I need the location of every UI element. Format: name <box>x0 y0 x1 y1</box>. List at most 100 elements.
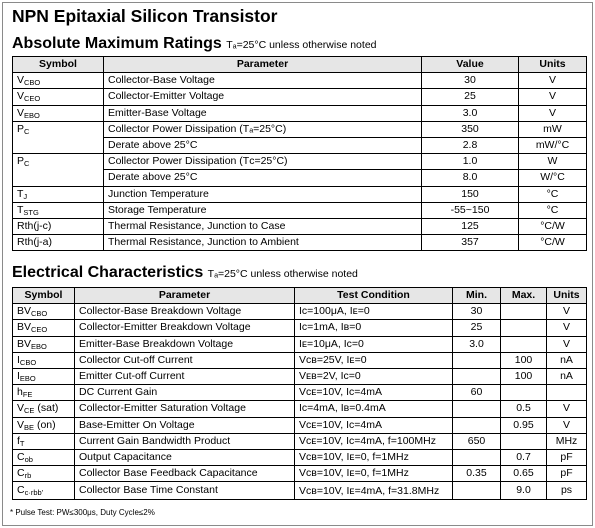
table-header-row: Symbol Parameter Test Condition Min. Max… <box>12 286 587 305</box>
parameter-cell: Derate above 25°C <box>103 136 422 155</box>
header-units: Units <box>546 286 587 305</box>
symbol-main: BV <box>17 321 32 334</box>
table-row: BVCEO Collector-Emitter Breakdown Voltage… <box>12 319 587 337</box>
units-cell: V <box>518 72 587 90</box>
units-cell <box>546 384 587 402</box>
header-parameter: Parameter <box>74 286 295 305</box>
header-symbol: Symbol <box>12 55 104 74</box>
test-condition-cell: Vᴄᴇ=10V, Iᴄ=4mA <box>294 384 453 402</box>
symbol-subscript: CBO <box>31 309 48 319</box>
units-cell: V <box>518 88 587 106</box>
symbol-cell: PC <box>12 120 104 138</box>
symbol-cell: Cc·rbb' <box>12 481 75 501</box>
table-row: VBE (on) Base-Emitter On Voltage Vᴄᴇ=10V, … <box>12 416 587 434</box>
table-row: BVCBO Collector-Base Breakdown Voltage Iᴄ=… <box>12 303 587 321</box>
symbol-main: C <box>17 467 25 480</box>
parameter-cell: Emitter Cut-off Current <box>74 367 295 386</box>
units-cell: mW/°C <box>518 136 587 155</box>
value-cell: 350 <box>421 120 519 138</box>
header-symbol: Symbol <box>12 286 75 305</box>
value-cell: 8.0 <box>421 169 519 187</box>
test-condition-cell: Iᴇ=10μA, Iᴄ=0 <box>294 335 453 353</box>
parameter-cell: Emitter-Base Breakdown Voltage <box>74 335 295 353</box>
units-cell: °C <box>518 201 587 219</box>
test-condition-cell: Iᴄ=1mA, Iʙ=0 <box>294 319 453 337</box>
units-cell: mW <box>518 120 587 138</box>
symbol-cell: fT <box>12 432 75 450</box>
value-cell: 1.0 <box>421 153 519 171</box>
min-cell: 30 <box>452 303 501 321</box>
parameter-cell: Thermal Resistance, Junction to Ambient <box>103 234 422 252</box>
header-min: Min. <box>452 286 501 305</box>
min-cell <box>452 400 501 418</box>
electrical-characteristics-heading: Electrical Characteristics Tₐ=25°C unles… <box>12 264 358 282</box>
parameter-cell: Collector Power Dissipation (Tₐ=25°C) <box>103 120 422 138</box>
electrical-characteristics-table: Symbol Parameter Test Condition Min. Max… <box>12 286 587 501</box>
units-cell: pF <box>546 465 587 483</box>
units-cell: °C/W <box>518 234 587 252</box>
section-condition: Tₐ=25°C unless otherwise noted <box>226 39 377 51</box>
symbol-subscript: CBO <box>24 78 41 88</box>
symbol-cell: Cob <box>12 448 75 467</box>
symbol-main: BV <box>17 305 32 318</box>
table-row: Derate above 25°C 8.0 W/°C <box>12 169 587 187</box>
symbol-cell: VBE (on) <box>12 416 75 434</box>
table-row: PC Collector Power Dissipation (Tₐ=25°C) 3… <box>12 120 587 138</box>
document-title: NPN Epitaxial Silicon Transistor <box>12 6 278 26</box>
table-row: PC Collector Power Dissipation (Tᴄ=25°C) 1… <box>12 153 587 171</box>
max-cell: 9.0 <box>500 481 547 501</box>
symbol-cell: VCE (sat) <box>12 400 75 418</box>
symbol-cell: Rth(j-a) <box>12 234 104 252</box>
symbol-subscript: CEO <box>31 325 48 335</box>
parameter-cell: Collector-Emitter Voltage <box>103 88 422 106</box>
symbol-main: Rth(j-c) <box>17 219 52 232</box>
parameter-cell: Emitter-Base Voltage <box>103 104 422 122</box>
symbol-main: V <box>17 418 25 431</box>
symbol-main: P <box>17 155 25 168</box>
parameter-cell: Base-Emitter On Voltage <box>74 416 295 434</box>
max-cell: 0.65 <box>500 465 547 483</box>
table-row: Rth(j-c) Thermal Resistance, Junction to … <box>12 217 587 236</box>
absolute-max-ratings-table: Symbol Parameter Value Units VCBO Collect… <box>12 55 587 252</box>
test-condition-cell: Vᴄʙ=10V, Iᴇ=4mA, f=31.8MHz <box>294 481 453 501</box>
symbol-subscript: J <box>23 191 28 201</box>
symbol-subscript: CBO <box>19 357 37 367</box>
symbol-subscript: C <box>24 127 30 137</box>
symbol-subscript: T <box>19 438 25 448</box>
value-cell: 357 <box>421 234 519 252</box>
units-cell: V <box>546 416 587 434</box>
symbol-cell: Crb <box>12 465 75 483</box>
table-row: IEBO Emitter Cut-off Current Vᴇʙ=2V, Iᴄ=0 1… <box>12 367 587 386</box>
max-cell <box>500 384 547 402</box>
units-cell: ps <box>546 481 587 501</box>
parameter-cell: Current Gain Bandwidth Product <box>74 432 295 450</box>
table-row: VCBO Collector-Base Voltage 30 V <box>12 72 587 90</box>
symbol-main: C <box>17 450 25 463</box>
parameter-cell: Collector Cut-off Current <box>74 351 295 369</box>
symbol-cell: hFE <box>12 384 75 402</box>
symbol-cell: VCEO <box>12 88 104 106</box>
symbol-cell: BVCBO <box>12 303 75 321</box>
section-heading-text: Electrical Characteristics <box>12 264 204 281</box>
symbol-cell: PC <box>12 153 104 170</box>
parameter-cell: Collector-Base Breakdown Voltage <box>74 303 295 321</box>
table-row: VCEO Collector-Emitter Voltage 25 V <box>12 88 587 106</box>
parameter-cell: Collector Base Time Constant <box>74 481 295 501</box>
test-condition-cell: Vᴄʙ=10V, Iᴇ=0, f=1MHz <box>294 465 453 483</box>
test-condition-cell: Vᴄʙ=25V, Iᴇ=0 <box>294 351 453 369</box>
absolute-max-ratings-heading: Absolute Maximum Ratings Tₐ=25°C unless … <box>12 35 377 53</box>
value-cell: -55~150 <box>421 201 519 219</box>
table-row: fT Current Gain Bandwidth Product Vᴄᴇ=10V,… <box>12 432 587 450</box>
value-cell: 150 <box>421 185 519 203</box>
table-row: Crb Collector Base Feedback Capacitance Vᴄ… <box>12 465 587 483</box>
units-cell: nA <box>546 367 587 386</box>
symbol-subscript: CEO <box>24 94 41 104</box>
test-condition-cell: Vᴄʙ=10V, Iᴇ=0, f=1MHz <box>294 448 453 467</box>
max-cell: 0.95 <box>500 416 547 434</box>
max-cell: 0.5 <box>500 400 547 418</box>
table-row: hFE DC Current Gain Vᴄᴇ=10V, Iᴄ=4mA 60 <box>12 384 587 402</box>
min-cell <box>452 481 501 501</box>
symbol-subscript: ob <box>24 454 33 464</box>
parameter-cell: Collector-Emitter Breakdown Voltage <box>74 319 295 337</box>
symbol-subscript: EBO <box>31 341 47 351</box>
